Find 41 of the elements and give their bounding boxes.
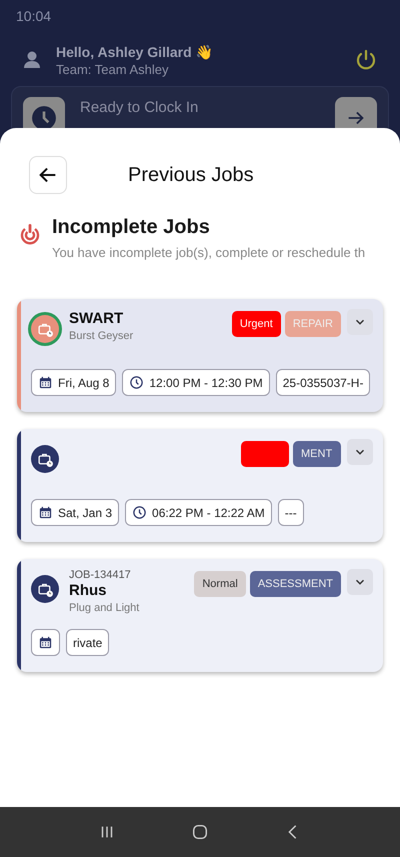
job-tag: REPAIR	[284, 311, 341, 337]
home-icon[interactable]	[190, 823, 209, 841]
job-title: Rhus	[69, 582, 108, 599]
sheet-title: Previous Jobs	[128, 164, 254, 186]
user-icon	[22, 50, 42, 70]
job-tag: MENT	[293, 441, 341, 467]
clock-in-title: Ready to Clock In	[80, 99, 200, 116]
alert-target-icon	[18, 222, 42, 246]
power-icon[interactable]	[354, 48, 378, 72]
job-card[interactable]: JOB-134417 Rhus Plug and Light Normal ASSESSMENT rivate	[17, 559, 383, 672]
calendar-icon	[38, 635, 53, 650]
info-chip: Fri, Aug 8	[31, 369, 116, 396]
back-button[interactable]	[29, 156, 67, 194]
job-tag: ASSESSMENT	[250, 571, 341, 597]
clock-icon	[129, 375, 144, 390]
team-name: Team: Team Ashley	[56, 62, 170, 76]
job-tag: Normal	[194, 571, 246, 597]
calendar-icon	[38, 375, 53, 390]
expand-button[interactable]	[347, 569, 373, 595]
info-chip: 12:00 PM - 12:30 PM	[122, 369, 270, 396]
job-subtitle: Burst Geyser	[69, 330, 134, 342]
info-chip: rivate	[66, 629, 110, 656]
calendar-icon	[38, 505, 53, 520]
expand-button[interactable]	[347, 309, 373, 335]
section-description: You have incomplete job(s), complete or reschedule th	[52, 244, 366, 262]
job-subtitle: Plug and Light	[69, 602, 140, 614]
info-chip: Sat, Jan 3	[31, 499, 120, 526]
greeting: Hello, Ashley Gillard 👋	[56, 44, 214, 60]
job-card[interactable]: SWART Burst Geyser Urgent REPAIR Fri, Aug 8 12:00 PM - 12:30 PM 25-0355037-H-	[17, 299, 383, 412]
info-chip: 06:22 PM - 12:22 AM	[125, 499, 272, 526]
status-time: 10:04	[16, 8, 52, 24]
job-title: SWART	[69, 310, 124, 327]
info-chip: ---	[278, 499, 304, 526]
clock-icon	[132, 505, 148, 520]
job-id: JOB-134417	[69, 569, 132, 581]
clock-icon	[31, 105, 57, 131]
job-tag: Urgent	[232, 311, 281, 337]
expand-button[interactable]	[347, 439, 373, 465]
info-chip: 25-0355037-H-	[276, 369, 370, 396]
section-title: Incomplete Jobs	[52, 216, 211, 239]
job-card[interactable]: MENT Sat, Jan 3 06:22 PM - 12:22 AM ---	[17, 429, 383, 542]
